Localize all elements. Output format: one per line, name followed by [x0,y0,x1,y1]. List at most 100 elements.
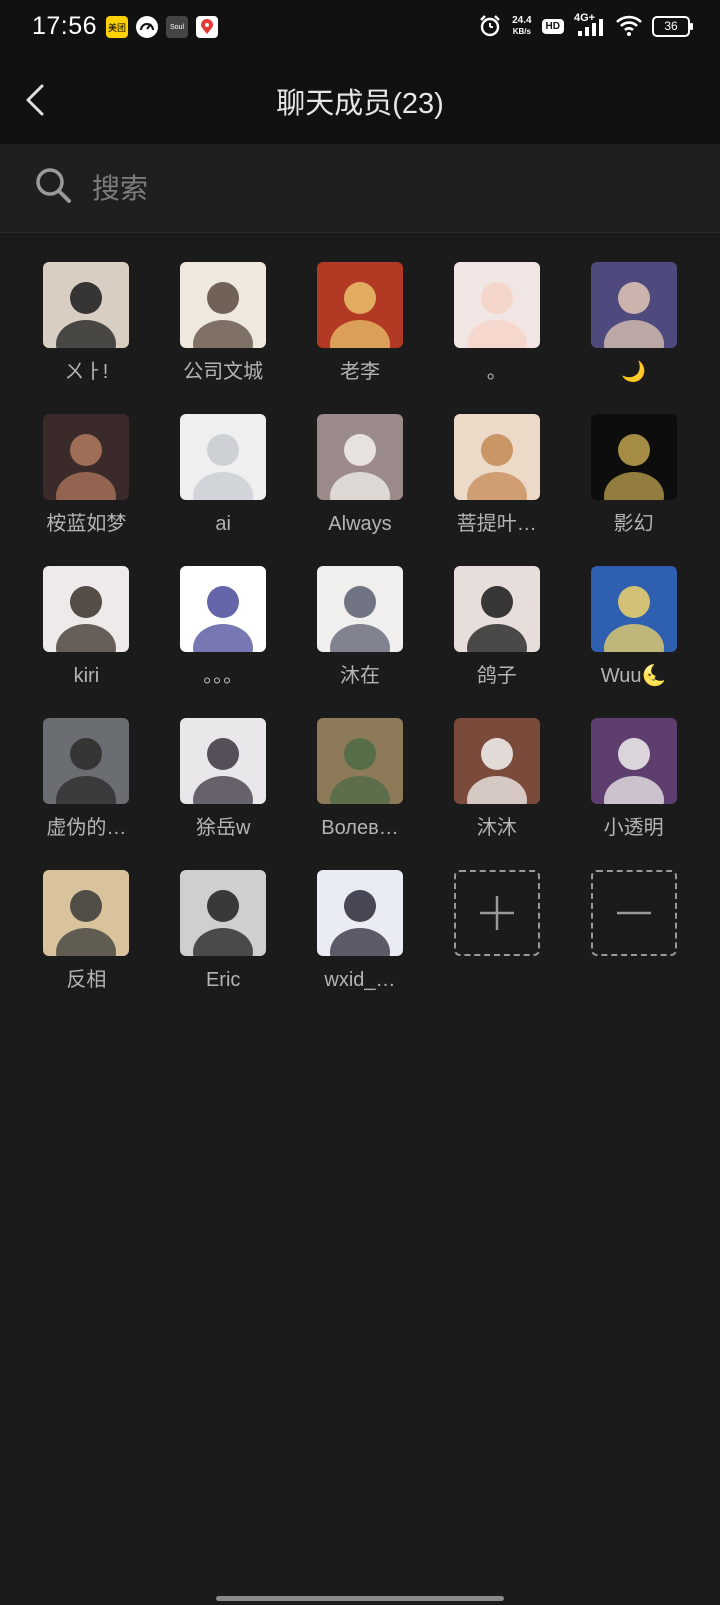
member-name: 鸽子 [476,665,517,687]
hd-badge: HD [541,18,564,34]
member-name: 沐沐 [476,817,517,839]
avatar[interactable] [590,566,677,652]
avatar[interactable] [316,414,403,500]
avatar[interactable] [180,870,267,956]
meituan-icon: 美团 [106,16,128,38]
member-item[interactable]: 沐在 [292,566,429,690]
man-back-icon [180,870,267,956]
member-name: 桉蓝如梦 [46,513,127,535]
member-name: Wuu🌜 [600,665,667,687]
member-item[interactable]: wxid_… [292,870,429,994]
avatar[interactable] [316,718,403,804]
battery-icon: 36 [652,15,693,37]
doodle-icon [180,566,267,652]
avatar[interactable] [590,262,677,348]
anime-boy-icon [180,718,267,804]
soul-icon: Soul [166,16,188,38]
avatar[interactable] [590,718,677,804]
member-item[interactable]: Волев… [292,718,429,842]
alarm-icon [480,15,500,37]
member-item[interactable]: Eric [155,870,292,994]
member-item[interactable]: 。 [428,262,565,386]
member-item[interactable]: 老李 [292,262,429,386]
member-item[interactable]: 影幻 [565,414,702,538]
member-item[interactable]: 桉蓝如梦 [18,414,155,538]
member-name: Always [328,513,392,535]
avatar[interactable] [453,414,540,500]
fox-icon [590,262,677,348]
member-name: 虚伪的… [46,817,127,839]
member-name: ai [215,513,231,535]
network-speed: 24.4 KB/s [512,15,531,37]
home-indicator[interactable] [216,1596,504,1601]
plus-icon [479,896,514,930]
avatar[interactable] [180,718,267,804]
member-item[interactable]: 菩提叶… [428,414,565,538]
avatar[interactable] [453,718,540,804]
avatar[interactable] [316,870,403,956]
member-item[interactable]: 沐沐 [428,718,565,842]
remove-member-button[interactable] [590,870,677,956]
member-item[interactable]: 🌙 [565,262,702,386]
member-item[interactable]: 反相 [18,870,155,994]
member-item[interactable]: 虚伪的… [18,718,155,842]
add-member-button[interactable] [453,870,540,956]
member-name: wxid_… [324,969,396,991]
avatar[interactable] [180,566,267,652]
anime-girl-dark-icon [453,566,540,652]
search-input[interactable] [90,166,674,212]
member-item[interactable]: ai [155,414,292,538]
member-name: 反相 [66,969,107,991]
member-name: kiri [73,665,100,687]
basketball-player-icon [43,414,130,500]
member-item[interactable]: 鸽子 [428,566,565,690]
avatar[interactable] [180,262,267,348]
avatar[interactable] [43,718,130,804]
sheep-cartoon-icon [316,414,403,500]
member-name: 菩提叶… [456,513,537,535]
cat-icon [453,262,540,348]
white-dog-icon [453,718,540,804]
anime-panda-girl-icon [316,870,403,956]
avatar[interactable] [316,262,403,348]
member-name: 。。。 [203,665,244,687]
avatar[interactable] [43,566,130,652]
burst-icon [590,414,677,500]
member-name: Eric [205,969,241,991]
member-item[interactable]: Wuu🌜 [565,566,702,690]
person-hoodie-icon [43,262,130,348]
search-bar[interactable] [0,144,720,233]
avatar[interactable] [180,414,267,500]
cellular-signal-icon: 4G+ [574,12,606,38]
avatar[interactable] [316,566,403,652]
bookshelf-illustration-icon [316,718,403,804]
add-member-item[interactable] [428,870,565,994]
avatar[interactable] [43,262,130,348]
member-item[interactable]: 小透明 [565,718,702,842]
avatar[interactable] [590,414,677,500]
avatar[interactable] [453,566,540,652]
member-item[interactable]: Always [292,414,429,538]
avatar[interactable] [43,870,130,956]
status-app-icons: 美团 Soul [106,16,218,38]
member-item[interactable]: 狳岳w [155,718,292,842]
couple-shopping-icon [590,566,677,652]
member-name: Волев… [321,817,399,839]
battery-level: 36 [664,19,678,33]
search-icon [36,168,71,203]
page-title: 聊天成员(23) [276,88,444,120]
remove-member-item[interactable] [565,870,702,994]
member-item[interactable]: ㄨㅏ! [18,262,155,386]
avatar[interactable] [43,414,130,500]
member-item[interactable]: 。。。 [155,566,292,690]
network-speed-unit: KB/s [512,27,531,36]
member-name: 狳岳w [195,817,251,839]
status-bar: 17:56 美团 Soul 24.4 KB/s HD 4G+ 36 [0,0,720,56]
avatar[interactable] [453,262,540,348]
header: 聊天成员(23) [0,56,720,144]
member-item[interactable]: 公司文城 [155,262,292,386]
speedometer-icon [136,16,158,38]
member-item[interactable]: kiri [18,566,155,690]
member-name: 影幻 [613,513,654,535]
member-name: 公司文城 [183,361,264,383]
